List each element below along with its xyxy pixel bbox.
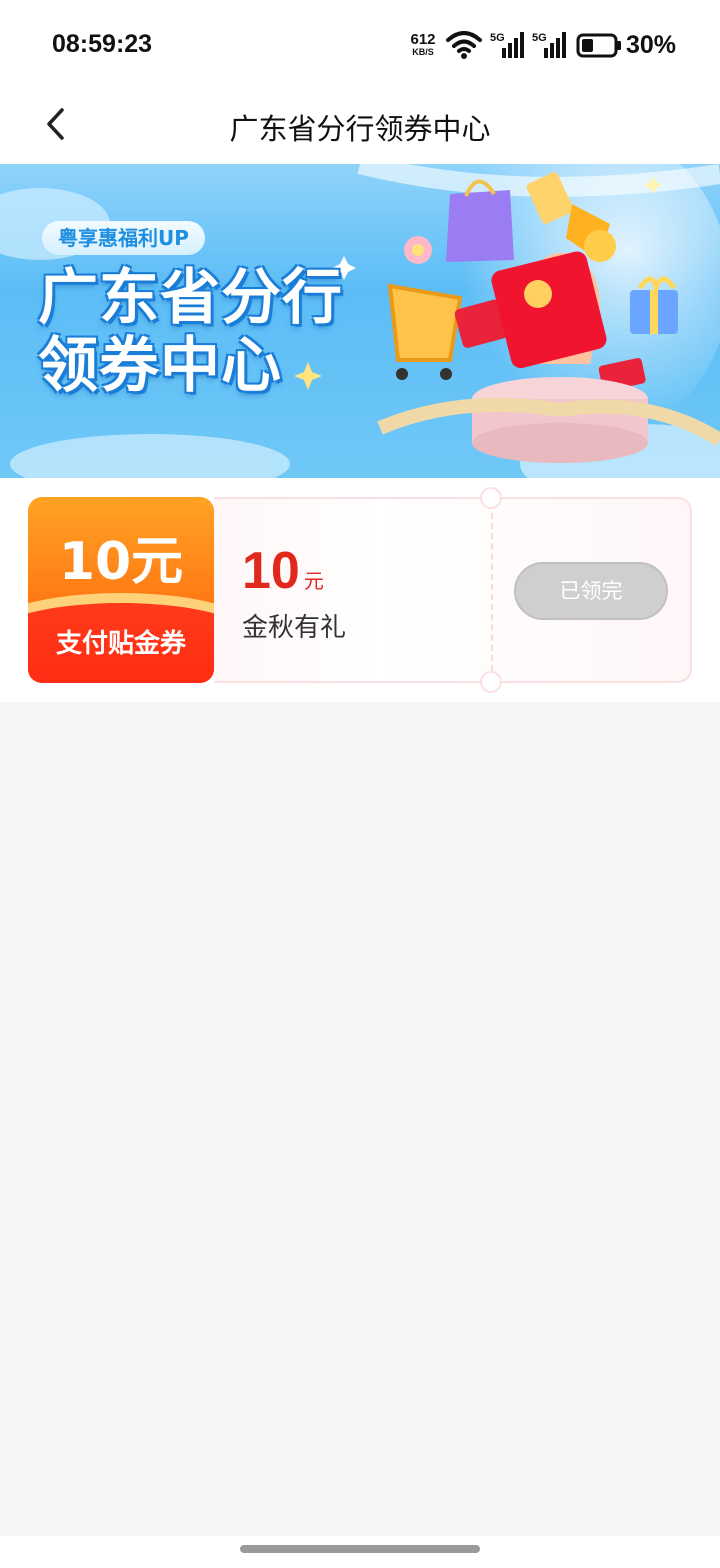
screen: 08:59:23 612 KB/S 5G 5G 30% 广东省分行领券中心 粤享… (0, 0, 720, 1568)
battery-icon (576, 33, 621, 58)
home-indicator[interactable] (240, 1545, 480, 1553)
signal-5g-label: 5G (532, 32, 547, 44)
coupon-badge-type: 支付贴金券 (55, 629, 186, 659)
coupon-badge: 10元 支付贴金券 (28, 497, 214, 683)
banner-title-line1: 广东省分行 (38, 263, 343, 333)
page-title: 广东省分行领券中心 (229, 112, 491, 146)
banner-title: 广东省分行 领券中心 (38, 264, 358, 400)
coupon-notch-bottom (480, 671, 502, 693)
coupon-name: 金秋有礼 (242, 613, 347, 643)
signal-5g-label: 5G (490, 32, 505, 44)
signal-5g-icon: 5G (532, 32, 566, 58)
coupon-notch-top (480, 487, 502, 509)
coupon-perforation (491, 513, 493, 671)
promo-banner[interactable]: 粤享惠福利UP 广东省分行 领券中心 (0, 164, 720, 478)
coupon-details: 10 元 金秋有礼 已领完 (214, 487, 692, 693)
coupon-value-unit: 元 (303, 569, 324, 593)
status-bar: 08:59:23 612 KB/S 5G 5G 30% (0, 0, 720, 88)
banner-title-line2: 领券中心 (38, 331, 282, 401)
wifi-icon (446, 31, 482, 59)
status-time: 08:59:23 (52, 30, 153, 58)
banner-tag: 粤享惠福利UP (42, 221, 205, 255)
coupon-card[interactable]: 10元 支付贴金券 10 元 金秋有礼 已领完 (28, 487, 692, 693)
network-speed-unit: KB/S (412, 47, 434, 57)
coupon-badge-amount: 10元 (58, 532, 184, 592)
coupon-list: 10元 支付贴金券 10 元 金秋有礼 已领完 (0, 478, 720, 702)
claim-button[interactable]: 已领完 (514, 562, 668, 620)
battery-percent: 30% (626, 31, 677, 59)
network-speed: 612 KB/S (406, 32, 440, 57)
coupon-value: 10 元 (242, 541, 324, 601)
nav-bar: 广东省分行领券中心 (0, 88, 720, 164)
signal-5g-icon: 5G (490, 32, 524, 58)
network-speed-value: 612 (410, 31, 436, 48)
coupon-value-number: 10 (242, 542, 300, 600)
